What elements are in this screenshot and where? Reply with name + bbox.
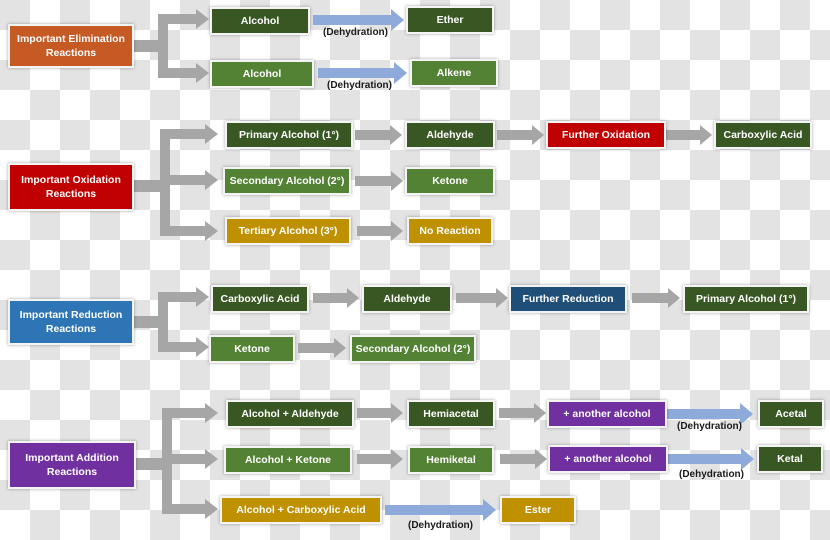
dehydration-arrow (385, 499, 496, 521)
addition-row1-step2: Hemiacetal (407, 400, 495, 428)
oxidation-section-title: Important Oxidation Reactions (8, 163, 134, 211)
reduction-row1-step2: Aldehyde (362, 285, 452, 313)
reduction-row1-step3: Further Reduction (509, 285, 627, 313)
elimination-row2-from: Alcohol (210, 60, 314, 88)
oxidation-row3-step1: Tertiary Alcohol (3°) (225, 217, 351, 245)
addition-row3-arrow-label: (Dehydration) (408, 520, 473, 531)
reduction-row2-step2: Secondary Alcohol (2°) (350, 335, 476, 363)
oxidation-row2-step1: Secondary Alcohol (2°) (223, 167, 351, 195)
reduction-row2-step1: Ketone (209, 335, 295, 363)
reduction-section-title: Important Reduction Reactions (8, 299, 134, 345)
addition-row1-step3: + another alcohol (547, 400, 667, 428)
addition-row3-step2: Ester (500, 496, 576, 524)
addition-row1-step4: Acetal (758, 400, 824, 428)
elimination-row1-from: Alcohol (210, 7, 310, 35)
dehydration-arrow (668, 448, 754, 470)
addition-row2-arrow-label: (Dehydration) (679, 469, 744, 480)
elimination-bracket-connector (133, 9, 209, 83)
reduction-row1-step1: Carboxylic Acid (211, 285, 309, 313)
addition-row2-step4: Ketal (757, 445, 823, 473)
elimination-row2-to: Alkene (410, 59, 498, 87)
elimination-row1-arrow-label: (Dehydration) (323, 27, 388, 38)
oxidation-row1-step3: Further Oxidation (546, 121, 666, 149)
oxidation-row2-step2: Ketone (405, 167, 495, 195)
addition-row2-step2: Hemiketal (408, 446, 494, 474)
oxidation-row1-step2: Aldehyde (405, 121, 495, 149)
oxidation-row1-step1: Primary Alcohol (1°) (225, 121, 353, 149)
elimination-row1-to: Ether (406, 6, 494, 34)
addition-section-title: Important Addition Reactions (8, 441, 136, 489)
addition-row1-arrow-label: (Dehydration) (677, 421, 742, 432)
oxidation-row1-step4: Carboxylic Acid (714, 121, 812, 149)
addition-row2-step3: + another alcohol (548, 445, 668, 473)
oxidation-row3-step2: No Reaction (407, 217, 493, 245)
addition-row3-step1: Alcohol + Carboxylic Acid (220, 496, 382, 524)
addition-row1-step1: Alcohol + Aldehyde (226, 400, 354, 428)
elimination-section-title: Important Elimination Reactions (8, 24, 134, 68)
elimination-row2-arrow-label: (Dehydration) (327, 80, 392, 91)
addition-row2-step1: Alcohol + Ketone (224, 446, 352, 474)
reduction-row1-step4: Primary Alcohol (1°) (683, 285, 809, 313)
